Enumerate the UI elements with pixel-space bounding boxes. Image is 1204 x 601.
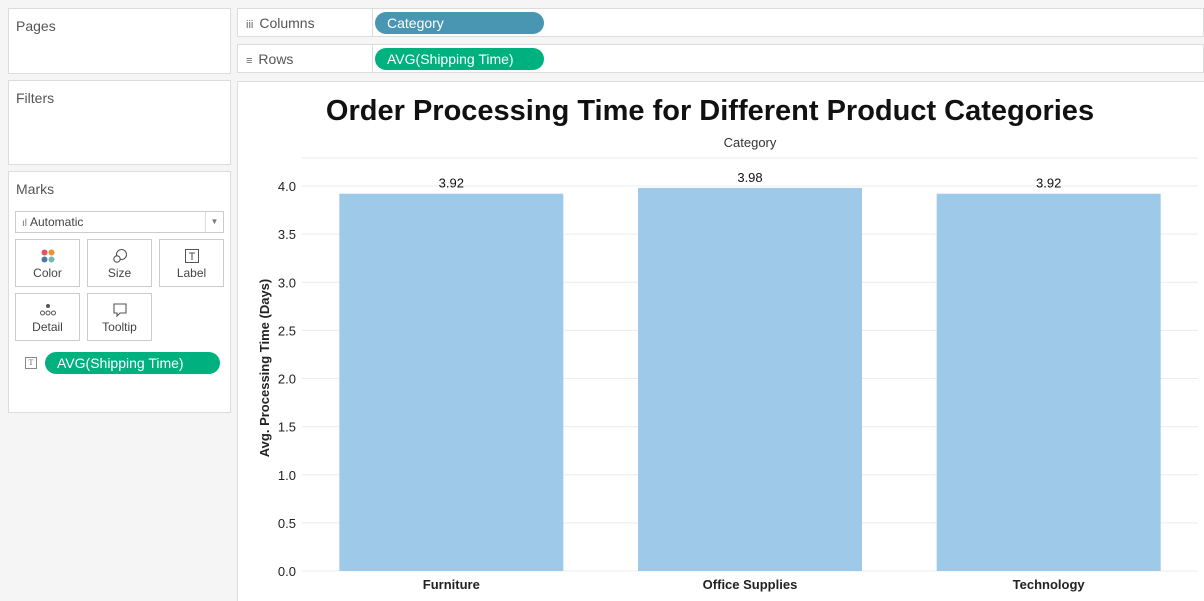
bar-furniture (339, 193, 564, 571)
y-tick-label: 2.5 (278, 323, 296, 338)
chart-title: Order Processing Time for Different Prod… (326, 95, 1094, 127)
detail-button-label: Detail (32, 320, 63, 334)
color-button[interactable]: Color (15, 239, 80, 287)
mark-type-dropdown[interactable]: ıl Automatic ▼ (15, 211, 224, 233)
y-tick-label: 1.0 (278, 468, 296, 483)
viz-canvas[interactable]: Order Processing Time for Different Prod… (237, 81, 1204, 601)
y-tick-label: 3.5 (278, 227, 296, 242)
tableau-workspace: Pages Filters Marks ıl Automatic ▼ Color … (0, 0, 1204, 601)
tooltip-icon (88, 302, 151, 318)
pages-title: Pages (16, 18, 56, 34)
chevron-down-icon: ▼ (205, 212, 223, 232)
y-tick-label: 2.0 (278, 372, 296, 387)
detail-icon (16, 302, 79, 318)
marks-field-pill[interactable]: AVG(Shipping Time) (45, 352, 220, 374)
x-tick-label: Office Supplies (703, 577, 798, 592)
y-tick-label: 4.0 (278, 179, 296, 194)
bar-technology (936, 193, 1161, 571)
rows-icon: ≡ (246, 55, 253, 67)
tooltip-button-label: Tooltip (102, 320, 137, 334)
color-button-label: Color (33, 266, 62, 280)
size-button[interactable]: Size (87, 239, 152, 287)
bar-chart[interactable]: Order Processing Time for Different Prod… (238, 82, 1204, 601)
label-icon: T (25, 357, 37, 369)
rows-label-text: Rows (258, 51, 294, 67)
columns-pill-category[interactable]: Category (375, 12, 544, 34)
color-dots-icon (16, 248, 79, 264)
y-tick-label: 0.0 (278, 564, 296, 579)
marks-field-row: T AVG(Shipping Time) (25, 352, 220, 374)
y-axis-title: Avg. Processing Time (Days) (257, 279, 272, 457)
x-tick-label: Technology (1013, 577, 1086, 592)
column-header-category: Category (724, 135, 777, 150)
bar-office-supplies (638, 187, 862, 572)
size-icon (88, 248, 151, 264)
y-tick-label: 1.5 (278, 420, 296, 435)
y-tick-label: 3.0 (278, 275, 296, 290)
rows-shelf-label: ≡ Rows (238, 45, 373, 72)
bar-value-label: 3.98 (737, 170, 762, 185)
mark-type-value: Automatic (30, 215, 84, 229)
pages-card[interactable]: Pages (8, 8, 231, 74)
label-button-label: Label (176, 266, 207, 280)
bar-chart-icon: ıl (22, 218, 27, 229)
size-button-label: Size (107, 266, 132, 280)
rows-shelf[interactable]: ≡ Rows AVG(Shipping Time) (237, 44, 1204, 73)
bar-value-label: 3.92 (1036, 176, 1061, 191)
x-tick-label: Furniture (423, 577, 480, 592)
columns-shelf-label: iii Columns (238, 9, 373, 36)
y-tick-label: 0.5 (278, 516, 296, 531)
filters-card[interactable]: Filters (8, 80, 231, 165)
marks-card: Marks ıl Automatic ▼ Color Size Label De… (8, 171, 231, 413)
label-icon (160, 248, 223, 264)
columns-icon: iii (246, 19, 254, 31)
bar-value-label: 3.92 (439, 176, 464, 191)
filters-title: Filters (16, 90, 55, 106)
rows-pill-shipping-time[interactable]: AVG(Shipping Time) (375, 48, 544, 70)
columns-shelf[interactable]: iii Columns Category (237, 8, 1204, 37)
tooltip-button[interactable]: Tooltip (87, 293, 152, 341)
columns-label-text: Columns (259, 15, 315, 31)
detail-button[interactable]: Detail (15, 293, 80, 341)
label-button[interactable]: Label (159, 239, 224, 287)
marks-title: Marks (16, 181, 55, 197)
